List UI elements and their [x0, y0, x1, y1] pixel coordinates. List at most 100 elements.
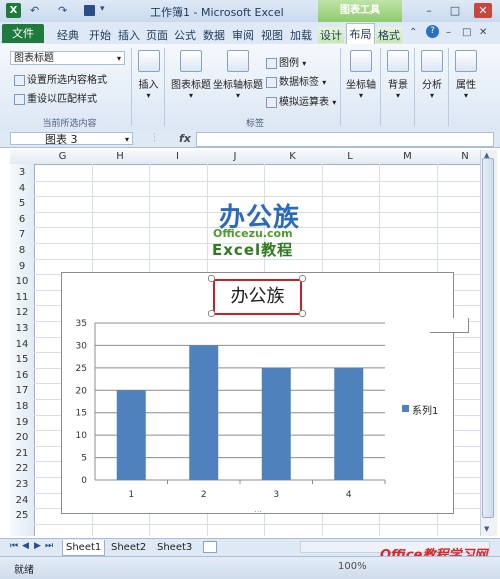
column-header-i[interactable]: I: [149, 151, 206, 162]
row-header-14[interactable]: 14: [10, 339, 34, 350]
plot-area[interactable]: 0 5 10 15 20 25 30 35 1 2 3 4: [60, 315, 455, 505]
row-header-8[interactable]: 8: [10, 245, 34, 256]
last-sheet-icon[interactable]: ⏭: [45, 541, 53, 551]
row-header-12[interactable]: 12: [10, 307, 34, 318]
tab-file[interactable]: 文件: [2, 24, 44, 43]
scroll-down-icon[interactable]: ▼: [484, 525, 489, 533]
help-icon[interactable]: ?: [426, 25, 439, 38]
column-header-g[interactable]: G: [34, 151, 91, 162]
tab-design[interactable]: 设计: [318, 27, 344, 43]
bar-2[interactable]: [189, 345, 219, 480]
row-header-21[interactable]: 21: [10, 448, 34, 459]
chart-resize-handle[interactable]: ⋯: [254, 507, 262, 516]
data-labels-button[interactable]: 数据标签 ▾: [266, 73, 326, 88]
sheet-tab-sheet3[interactable]: Sheet3: [154, 540, 195, 555]
restore-button[interactable]: □: [446, 3, 464, 18]
legend-entry-label[interactable]: 系列1: [412, 402, 438, 417]
zoom-level[interactable]: 100%: [338, 561, 367, 572]
row-header-6[interactable]: 6: [10, 214, 34, 225]
tab-layout[interactable]: 布局: [346, 23, 375, 45]
ribbon-restore-window-icon[interactable]: □: [462, 27, 471, 38]
column-header-j[interactable]: J: [207, 151, 264, 162]
row-header-15[interactable]: 15: [10, 354, 34, 365]
axis-titles-button[interactable]: 坐标轴标题 ▾: [213, 50, 263, 100]
bar-1[interactable]: [116, 390, 146, 480]
status-bar: [0, 556, 500, 579]
chart-title[interactable]: 办公族: [213, 279, 302, 315]
analysis-button[interactable]: 分析 ▾: [418, 50, 446, 100]
row-header-20[interactable]: 20: [10, 432, 34, 443]
ribbon-minimize-window-icon[interactable]: –: [446, 27, 451, 38]
tab-view[interactable]: 视图: [261, 27, 283, 43]
minimize-button[interactable]: –: [420, 3, 438, 18]
row-header-22[interactable]: 22: [10, 463, 34, 474]
name-box[interactable]: 图表 3 ▾: [10, 132, 133, 146]
format-selection-button[interactable]: 设置所选内容格式: [14, 71, 107, 86]
row-header-7[interactable]: 7: [10, 229, 34, 240]
row-header-17[interactable]: 17: [10, 385, 34, 396]
chart-element-dropdown[interactable]: 图表标题 ▾: [10, 51, 125, 65]
sheet-tab-sheet1[interactable]: Sheet1: [62, 540, 106, 556]
ribbon-close-window-icon[interactable]: ✕: [479, 27, 487, 38]
column-header-h[interactable]: H: [92, 151, 149, 162]
prev-sheet-icon[interactable]: ◀: [22, 541, 29, 551]
tab-home[interactable]: 开始: [89, 27, 111, 43]
row-header-24[interactable]: 24: [10, 495, 34, 506]
legend-icon: [266, 57, 277, 69]
row-header-23[interactable]: 23: [10, 479, 34, 490]
splitter-dots[interactable]: ⋮: [150, 133, 159, 143]
undo-icon[interactable]: ↶: [30, 4, 39, 17]
y-tick-label: 5: [81, 454, 87, 464]
formula-input[interactable]: [196, 132, 494, 147]
properties-button[interactable]: 属性 ▾: [452, 50, 480, 100]
vertical-scroll-thumb[interactable]: [482, 158, 494, 518]
next-sheet-icon[interactable]: ▶: [34, 541, 41, 551]
column-header-l[interactable]: L: [322, 151, 379, 162]
row-header-9[interactable]: 9: [10, 261, 34, 272]
insert-sheet-icon[interactable]: [203, 541, 217, 553]
row-header-3[interactable]: 3: [10, 167, 34, 178]
row-header-13[interactable]: 13: [10, 323, 34, 334]
reset-to-match-style-button[interactable]: 重设以匹配样式: [14, 90, 97, 105]
chart-title-button[interactable]: 图表标题 ▾: [170, 50, 212, 100]
chart-resize-handle[interactable]: ⋯: [254, 268, 262, 277]
first-sheet-icon[interactable]: ⏮: [10, 541, 18, 551]
row-gridline: [34, 523, 480, 525]
tab-review[interactable]: 审阅: [232, 27, 254, 43]
insert-button[interactable]: 插入 ▾: [136, 50, 161, 100]
title-selection-handle[interactable]: [299, 275, 306, 282]
row-header-25[interactable]: 25: [10, 510, 34, 521]
tab-data[interactable]: 数据: [203, 27, 225, 43]
column-header-k[interactable]: K: [264, 151, 321, 162]
row-header-4[interactable]: 4: [10, 183, 34, 194]
row-header-16[interactable]: 16: [10, 370, 34, 381]
tab-classic[interactable]: 经典: [57, 27, 79, 43]
bar-3[interactable]: [261, 367, 291, 480]
save-icon[interactable]: [84, 5, 95, 16]
insert-function-button[interactable]: fx: [179, 132, 191, 145]
legend-button[interactable]: 图例 ▾: [266, 54, 306, 69]
tab-insert[interactable]: 插入: [118, 27, 140, 43]
sheet-tab-sheet2[interactable]: Sheet2: [108, 540, 149, 555]
minimize-ribbon-icon[interactable]: ⌃: [409, 27, 417, 38]
tab-page[interactable]: 页面: [146, 27, 168, 43]
data-table-button[interactable]: 模拟运算表 ▾: [266, 93, 336, 108]
tab-formulas[interactable]: 公式: [174, 27, 196, 43]
tab-format[interactable]: 格式: [376, 27, 402, 43]
row-header-18[interactable]: 18: [10, 401, 34, 412]
customize-qat-icon[interactable]: ▾: [100, 4, 105, 14]
row-header-10[interactable]: 10: [10, 276, 34, 287]
axes-button[interactable]: 坐标轴 ▾: [344, 50, 378, 100]
background-button[interactable]: 背景 ▾: [384, 50, 412, 100]
column-header-m[interactable]: M: [379, 151, 436, 162]
row-header-5[interactable]: 5: [10, 198, 34, 209]
close-button[interactable]: ✕: [474, 3, 492, 18]
tab-addins[interactable]: 加载: [290, 27, 312, 43]
row-header-19[interactable]: 19: [10, 417, 34, 428]
row-header-11[interactable]: 11: [10, 292, 34, 303]
scroll-up-icon[interactable]: ▲: [484, 151, 489, 159]
excel-app-icon[interactable]: X: [6, 3, 21, 18]
title-selection-handle[interactable]: [208, 275, 215, 282]
bar-4[interactable]: [334, 367, 364, 480]
redo-icon[interactable]: ↷: [58, 4, 67, 17]
